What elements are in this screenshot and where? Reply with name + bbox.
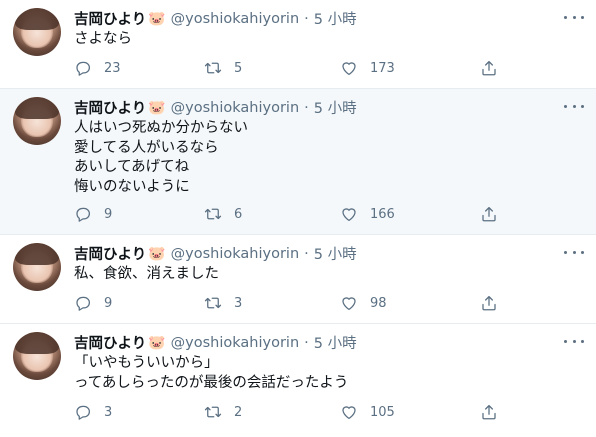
reply-button[interactable]: 9 xyxy=(74,205,112,223)
retweet-button[interactable]: 3 xyxy=(204,294,242,312)
tweet-line: 「いやもういいから」 xyxy=(74,355,219,371)
tweet-line: ってあしらったのが最後の会話だったよう xyxy=(74,374,349,391)
tweet-2[interactable]: 吉岡ひより 🐷 @yoshiokahiyorin · 5 小時 人はいつ死ぬか分… xyxy=(0,89,596,235)
share-icon xyxy=(482,404,496,420)
retweet-button[interactable]: 5 xyxy=(204,59,242,77)
share-button[interactable] xyxy=(480,294,498,312)
tweet-line: 悔いのないように xyxy=(74,178,190,195)
retweet-icon xyxy=(204,297,222,309)
more-icon[interactable] xyxy=(564,245,584,259)
heart-icon xyxy=(342,406,356,420)
reply-count: 9 xyxy=(104,295,113,311)
like-button[interactable]: 98 xyxy=(340,294,387,312)
tweet-text: 私、食欲、消えました xyxy=(74,265,584,285)
retweet-icon xyxy=(204,406,222,418)
more-icon[interactable] xyxy=(564,10,584,24)
avatar[interactable] xyxy=(13,97,61,145)
reply-icon xyxy=(76,61,91,76)
avatar[interactable] xyxy=(13,243,61,291)
share-button[interactable] xyxy=(480,403,498,421)
reply-button[interactable]: 3 xyxy=(74,403,112,421)
tweet-4[interactable]: 吉岡ひより 🐷 @yoshiokahiyorin · 5 小時 「いやもういいか… xyxy=(0,324,596,437)
tweet-line: あいしてあげてね xyxy=(74,159,190,175)
reply-icon xyxy=(76,296,91,311)
retweet-icon xyxy=(204,62,222,74)
tweet-1[interactable]: 吉岡ひより 🐷 @yoshiokahiyorin · 5 小時 さよなら 23 … xyxy=(0,0,596,89)
separator-dot: · xyxy=(304,10,309,27)
display-name[interactable]: 吉岡ひより xyxy=(74,243,146,264)
tweet-actions: 9 6 166 xyxy=(74,204,596,224)
avatar[interactable] xyxy=(13,8,61,56)
display-name[interactable]: 吉岡ひより xyxy=(74,97,146,118)
more-icon[interactable] xyxy=(564,99,584,113)
username-handle[interactable]: @yoshiokahiyorin xyxy=(171,246,299,262)
timestamp[interactable]: 5 小時 xyxy=(314,8,357,29)
separator-dot: · xyxy=(304,245,309,262)
tweet-actions: 3 2 105 xyxy=(74,402,596,422)
retweet-count: 3 xyxy=(234,295,243,311)
tweet-line: 私、食欲、消えました xyxy=(74,266,219,282)
like-button[interactable]: 105 xyxy=(340,403,395,421)
separator-dot: · xyxy=(304,334,309,351)
share-button[interactable] xyxy=(480,205,498,223)
reply-button[interactable]: 9 xyxy=(74,294,112,312)
share-button[interactable] xyxy=(480,59,498,77)
reply-count: 23 xyxy=(104,60,121,76)
like-count: 105 xyxy=(370,404,395,420)
like-count: 166 xyxy=(370,206,395,222)
username-handle[interactable]: @yoshiokahiyorin xyxy=(171,11,299,27)
separator-dot: · xyxy=(304,99,309,116)
heart-icon xyxy=(342,62,356,76)
display-name[interactable]: 吉岡ひより xyxy=(74,332,146,353)
timeline: 吉岡ひより 🐷 @yoshiokahiyorin · 5 小時 さよなら 23 … xyxy=(0,0,596,437)
pig-emoji: 🐷 xyxy=(148,99,166,116)
display-name[interactable]: 吉岡ひより xyxy=(74,8,146,29)
pig-emoji: 🐷 xyxy=(148,245,166,262)
retweet-button[interactable]: 6 xyxy=(204,205,242,223)
retweet-count: 5 xyxy=(234,60,243,76)
tweet-line: 人はいつ死ぬか分からない xyxy=(74,120,248,136)
pig-emoji: 🐷 xyxy=(148,334,166,351)
share-icon xyxy=(482,295,496,311)
like-button[interactable]: 166 xyxy=(340,205,395,223)
timestamp[interactable]: 5 小時 xyxy=(314,243,357,264)
like-button[interactable]: 173 xyxy=(340,59,395,77)
reply-count: 9 xyxy=(104,206,113,222)
reply-button[interactable]: 23 xyxy=(74,59,121,77)
more-icon[interactable] xyxy=(564,334,584,348)
retweet-count: 2 xyxy=(234,404,243,420)
tweet-text: さよなら xyxy=(74,30,584,50)
tweet-actions: 9 3 98 xyxy=(74,293,596,313)
username-handle[interactable]: @yoshiokahiyorin xyxy=(171,335,299,351)
reply-icon xyxy=(76,405,91,420)
tweet-text: 人はいつ死ぬか分からない 愛してる人がいるなら あいしてあげてね 悔いのないよう… xyxy=(74,119,584,197)
timestamp[interactable]: 5 小時 xyxy=(314,332,357,353)
retweet-count: 6 xyxy=(234,206,243,222)
pig-emoji: 🐷 xyxy=(148,10,166,27)
share-icon xyxy=(482,206,496,222)
retweet-button[interactable]: 2 xyxy=(204,403,242,421)
heart-icon xyxy=(342,297,356,311)
timestamp[interactable]: 5 小時 xyxy=(314,97,357,118)
username-handle[interactable]: @yoshiokahiyorin xyxy=(171,100,299,116)
heart-icon xyxy=(342,208,356,222)
tweet-text: 「いやもういいから」 ってあしらったのが最後の会話だったよう xyxy=(74,354,584,393)
tweet-line: さよなら xyxy=(74,31,132,47)
share-icon xyxy=(482,60,496,76)
avatar[interactable] xyxy=(13,332,61,380)
like-count: 98 xyxy=(370,295,387,311)
retweet-icon xyxy=(204,208,222,220)
like-count: 173 xyxy=(370,60,395,76)
reply-count: 3 xyxy=(104,404,113,420)
reply-icon xyxy=(76,207,91,222)
tweet-line: 愛してる人がいるなら xyxy=(74,139,219,156)
tweet-3[interactable]: 吉岡ひより 🐷 @yoshiokahiyorin · 5 小時 私、食欲、消えま… xyxy=(0,235,596,324)
tweet-actions: 23 5 173 xyxy=(74,58,596,78)
